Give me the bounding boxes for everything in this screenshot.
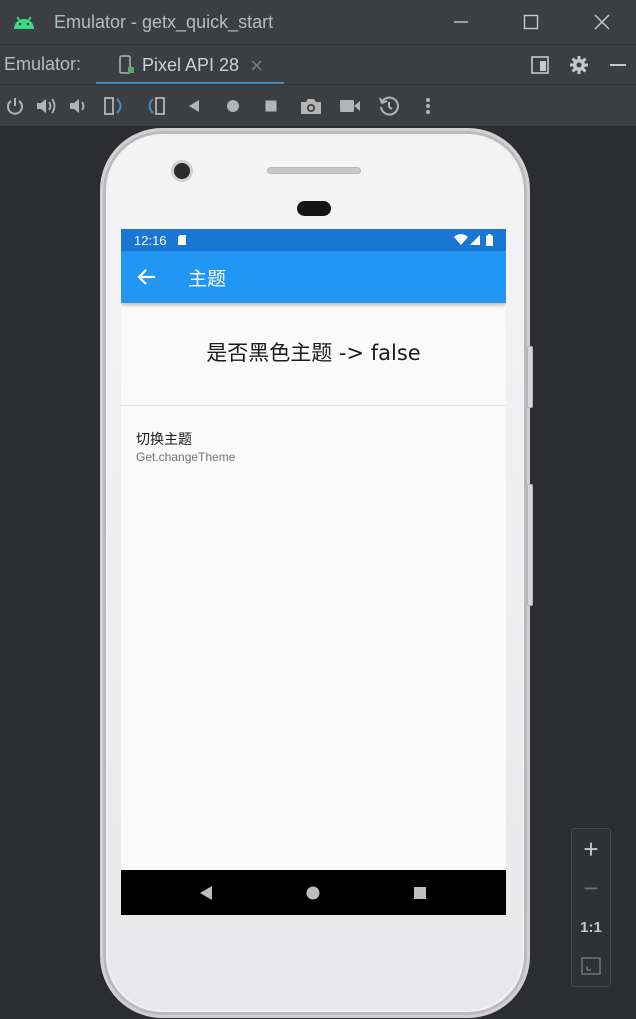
power-icon (7, 98, 23, 115)
hide-icon (610, 64, 626, 66)
nav-back-button[interactable] (186, 870, 226, 915)
minimize-button[interactable] (436, 0, 486, 44)
more-vertical-icon (426, 98, 430, 114)
home-icon (227, 100, 239, 112)
overview-button[interactable] (256, 85, 286, 127)
home-button[interactable] (218, 85, 248, 127)
maximize-button[interactable] (506, 0, 556, 44)
list-item-title: 切换主题 (136, 432, 192, 448)
android-icon (14, 16, 34, 29)
signal-icon (470, 235, 480, 245)
rotate-right-icon (148, 97, 165, 115)
zoom-in-button[interactable]: + (572, 830, 610, 868)
power-button[interactable] (0, 85, 30, 127)
list-item-change-theme[interactable]: 切换主题 Get.changeTheme (121, 417, 506, 473)
layout-button[interactable] (522, 45, 558, 85)
tab-label: Pixel API 28 (142, 54, 240, 75)
front-camera (171, 160, 193, 182)
rotate-left-icon (104, 97, 122, 115)
emulator-toolbar (0, 84, 636, 126)
tab-close-icon[interactable]: × (249, 55, 264, 76)
nav-home-button[interactable] (293, 870, 333, 915)
zoom-panel: + − 1:1 (571, 828, 611, 987)
android-nav-bar (121, 870, 506, 915)
window-title: Emulator - getx_quick_start (54, 11, 274, 32)
volume-down-icon (70, 99, 85, 113)
history-icon (379, 96, 399, 116)
emulator-label: Emulator: (4, 54, 82, 74)
proximity-sensor (297, 201, 331, 216)
record-button[interactable] (335, 85, 365, 127)
nav-overview-icon (414, 886, 426, 899)
close-button[interactable] (577, 0, 627, 44)
rotate-left-button[interactable] (100, 85, 130, 127)
app-bar-title: 主题 (188, 268, 227, 290)
status-time: 12:16 (134, 232, 167, 248)
theme-status-text: 是否黑色主题 -> false (206, 341, 421, 365)
camera-icon (301, 99, 321, 114)
zoom-out-button[interactable]: − (572, 869, 610, 907)
list-item-subtitle: Get.changeTheme (136, 450, 236, 464)
rotate-right-button[interactable] (140, 85, 170, 127)
screenshot-button[interactable] (296, 85, 326, 127)
fit-screen-button[interactable] (572, 947, 610, 985)
settings-icon (570, 56, 588, 74)
app-bar: 主题 (121, 251, 506, 303)
device-volume-key[interactable] (527, 484, 533, 606)
device-icon (119, 55, 134, 74)
layout-icon (531, 56, 549, 74)
back-icon (189, 100, 199, 112)
wifi-icon (454, 234, 468, 245)
close-icon (594, 14, 610, 30)
emulator-tabbar: Emulator: Pixel API 28 × (0, 44, 636, 85)
divider (121, 405, 506, 406)
video-camera-icon (340, 100, 360, 112)
settings-button[interactable] (561, 45, 597, 85)
nav-back-icon (200, 885, 212, 900)
nav-overview-button[interactable] (400, 870, 440, 915)
battery-icon (486, 234, 493, 246)
actual-size-button[interactable]: 1:1 (572, 908, 610, 946)
more-button[interactable] (413, 85, 443, 127)
overview-icon (265, 100, 277, 112)
sd-card-icon (177, 235, 186, 245)
volume-down-button[interactable] (64, 85, 94, 127)
nav-home-icon (306, 886, 320, 899)
back-button[interactable] (179, 85, 209, 127)
maximize-icon (523, 14, 539, 30)
volume-up-icon (37, 98, 56, 114)
hide-button[interactable] (600, 45, 636, 85)
tab-pixel-api-28[interactable]: Pixel API 28 × (96, 45, 284, 85)
back-arrow-icon[interactable] (135, 265, 159, 289)
device-power-key[interactable] (527, 346, 533, 408)
minimize-icon (454, 21, 468, 23)
snapshot-restore-button[interactable] (374, 85, 404, 127)
earpiece-speaker (267, 167, 361, 174)
volume-up-button[interactable] (32, 85, 62, 127)
android-status-bar: 12:16 (121, 229, 506, 251)
fit-screen-icon (581, 957, 601, 975)
device-screen[interactable]: 12:16 主题 是否黑色主题 -> false 切换主题 Get.change… (121, 229, 506, 915)
